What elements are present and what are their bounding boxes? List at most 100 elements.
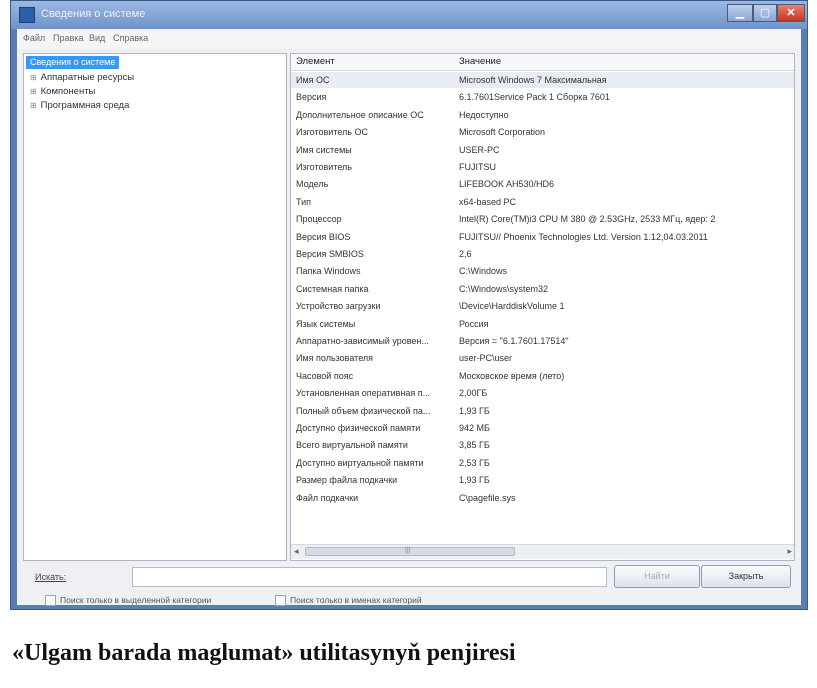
cell-element: Всего виртуальной памяти [296, 440, 408, 451]
cell-value: 2,00ГБ [459, 388, 488, 399]
cell-element: Папка Windows [296, 266, 361, 277]
table-row[interactable]: Файл подкачки C\pagefile.sys [291, 490, 794, 506]
table-row[interactable]: Системная папка C:\Windows\system32 [291, 281, 794, 297]
horizontal-scrollbar[interactable]: ◂ ||| ▸ [291, 544, 794, 559]
cell-value: C:\Windows [459, 266, 508, 277]
category-tree[interactable]: Сведения о системе ⊞ Аппаратные ресурсы … [23, 53, 287, 561]
cell-element: Доступно физической памяти [296, 423, 421, 433]
scroll-left-icon[interactable]: ◂ [294, 546, 299, 557]
cell-element: Модель [296, 179, 329, 190]
checkbox-box[interactable] [275, 595, 286, 607]
title-bar[interactable]: Сведения о системе ▁ ▢ ✕ [11, 1, 807, 29]
cell-value: 1,93 ГБ [459, 475, 490, 486]
cell-value: x64-based PC [459, 196, 517, 207]
table-row[interactable]: Имя ОС Microsoft Windows 7 Максимальная [291, 72, 794, 88]
grip-icon: ||| [405, 547, 411, 554]
table-row[interactable]: Устройство загрузки \Device\HarddiskVolum… [291, 298, 794, 314]
table-row[interactable]: Версия BIOS FUJITSU// Phoenix Technologie… [291, 229, 794, 245]
search-selected-category-checkbox[interactable]: Поиск только в выделенной категории [45, 595, 211, 607]
table-row[interactable]: Процессор Intel(R) Core(TM)i3 CPU M 380 @… [291, 211, 794, 227]
window-title: Сведения о системе [41, 8, 146, 20]
search-category-names-checkbox[interactable]: Поиск только в именах категорий [275, 595, 422, 607]
close-window-button[interactable]: ✕ [777, 4, 805, 22]
menu-edit[interactable]: Правка [53, 33, 83, 43]
details-table: Элемент Значение Имя ОС Microsoft Windows… [290, 53, 795, 561]
checkbox-box[interactable] [45, 595, 56, 607]
menu-bar: Файл Правка Вид Справка [17, 29, 801, 49]
cell-value: Недоступно [459, 109, 509, 120]
system-info-icon [19, 7, 35, 23]
window-client: Файл Правка Вид Справка Сведения о систе… [17, 29, 801, 607]
close-button[interactable]: Закрыть [701, 565, 791, 588]
table-row[interactable]: Имя системы USER-PC [291, 142, 794, 158]
tree-item-components[interactable]: ⊞ Компоненты [30, 85, 95, 99]
cell-element: Тип [296, 196, 312, 207]
cell-value: USER-PC [459, 144, 500, 155]
cell-value: Московское время (лето) [459, 370, 565, 381]
table-row[interactable]: Аппаратно-зависимый уровен... Версия = "6… [291, 333, 794, 349]
cell-value: Microsoft Corporation [459, 127, 546, 138]
cell-element: Имя системы [296, 144, 352, 155]
tree-item-software-environment[interactable]: ⊞ Программная среда [30, 99, 129, 113]
cell-element: Файл подкачки [296, 492, 359, 503]
cell-value: Россия [459, 318, 489, 329]
expand-icon[interactable]: ⊞ [30, 71, 38, 85]
cell-element: Изготовитель [296, 162, 352, 172]
table-row[interactable]: Доступно физической памяти 942 МБ [291, 420, 794, 436]
application-window: Сведения о системе ▁ ▢ ✕ Файл Правка Вид… [10, 0, 808, 610]
scrollbar-thumb[interactable]: ||| [305, 547, 515, 556]
cell-element: Аппаратно-зависимый уровен... [296, 336, 429, 346]
menu-help[interactable]: Справка [113, 33, 148, 43]
cell-element: Устройство загрузки [296, 301, 381, 312]
cell-value: LIFEBOOK AH530/HD6 [459, 179, 555, 190]
cell-element: Версия BIOS [296, 231, 351, 242]
cell-element: Имя ОС [296, 75, 330, 85]
minimize-button[interactable]: ▁ [727, 4, 753, 22]
table-row[interactable]: Изготовитель FUJITSU [291, 159, 794, 175]
tree-item-label: Компоненты [40, 86, 96, 97]
cell-value: user-PC\user [459, 353, 513, 364]
cell-element: Доступно виртуальной памяти [296, 457, 424, 468]
tree-item-hardware-resources[interactable]: ⊞ Аппаратные ресурсы [30, 71, 134, 85]
cell-value: 6.1.7601Service Pack 1 Сборка 7601 [459, 92, 610, 103]
table-row[interactable]: Имя пользователя user-PC\user [291, 350, 794, 366]
table-row[interactable]: Язык системы Россия [291, 316, 794, 332]
cell-value: FUJITSU [459, 162, 496, 172]
table-row[interactable]: Дополнительное описание ОС Недоступно [291, 107, 794, 123]
table-row[interactable]: Папка Windows C:\Windows [291, 263, 794, 279]
table-row[interactable]: Часовой пояс Московское время (лето) [291, 368, 794, 384]
table-row[interactable]: Версия SMBIOS 2,6 [291, 246, 794, 262]
table-row[interactable]: Изготовитель ОС Microsoft Corporation [291, 124, 794, 140]
column-header-element[interactable]: Элемент [296, 54, 335, 70]
cell-value: C\pagefile.sys [459, 492, 516, 503]
expand-icon[interactable]: ⊞ [30, 85, 38, 99]
table-row[interactable]: Версия 6.1.7601Service Pack 1 Сборка 7601 [291, 89, 794, 105]
cell-value: 942 МБ [459, 423, 490, 433]
cell-element: Дополнительное описание ОС [296, 109, 424, 120]
tree-item-label: Аппаратные ресурсы [40, 72, 135, 83]
menu-file[interactable]: Файл [23, 33, 45, 43]
cell-value: Intel(R) Core(TM)i3 CPU M 380 @ 2.53GHz,… [459, 214, 716, 225]
cell-element: Язык системы [296, 318, 356, 329]
scroll-right-icon[interactable]: ▸ [787, 546, 792, 557]
menu-view[interactable]: Вид [89, 33, 105, 43]
cell-value: Версия = "6.1.7601.17514" [459, 336, 569, 346]
cell-element: Имя пользователя [296, 353, 374, 364]
cell-element: Установленная оперативная п... [296, 388, 431, 399]
table-row[interactable]: Всего виртуальной памяти 3,85 ГБ [291, 437, 794, 453]
search-input[interactable] [132, 567, 607, 587]
search-label: Искать: [35, 572, 67, 582]
find-button[interactable]: Найти [614, 565, 700, 588]
cell-element: Версия SMBIOS [296, 249, 364, 259]
maximize-button[interactable]: ▢ [753, 4, 777, 22]
table-row[interactable]: Тип x64-based PC [291, 194, 794, 210]
table-row[interactable]: Установленная оперативная п... 2,00ГБ [291, 385, 794, 401]
table-row[interactable]: Доступно виртуальной памяти 2,53 ГБ [291, 455, 794, 471]
tree-item-system-summary[interactable]: Сведения о системе [26, 56, 120, 69]
table-row[interactable]: Полный объем физической па... 1,93 ГБ [291, 403, 794, 419]
table-row[interactable]: Модель LIFEBOOK AH530/HD6 [291, 176, 794, 192]
column-header-value[interactable]: Значение [459, 54, 501, 70]
checkbox-label: Поиск только в выделенной категории [60, 595, 212, 605]
table-row[interactable]: Размер файла подкачки 1,93 ГБ [291, 472, 794, 488]
expand-icon[interactable]: ⊞ [30, 99, 38, 113]
